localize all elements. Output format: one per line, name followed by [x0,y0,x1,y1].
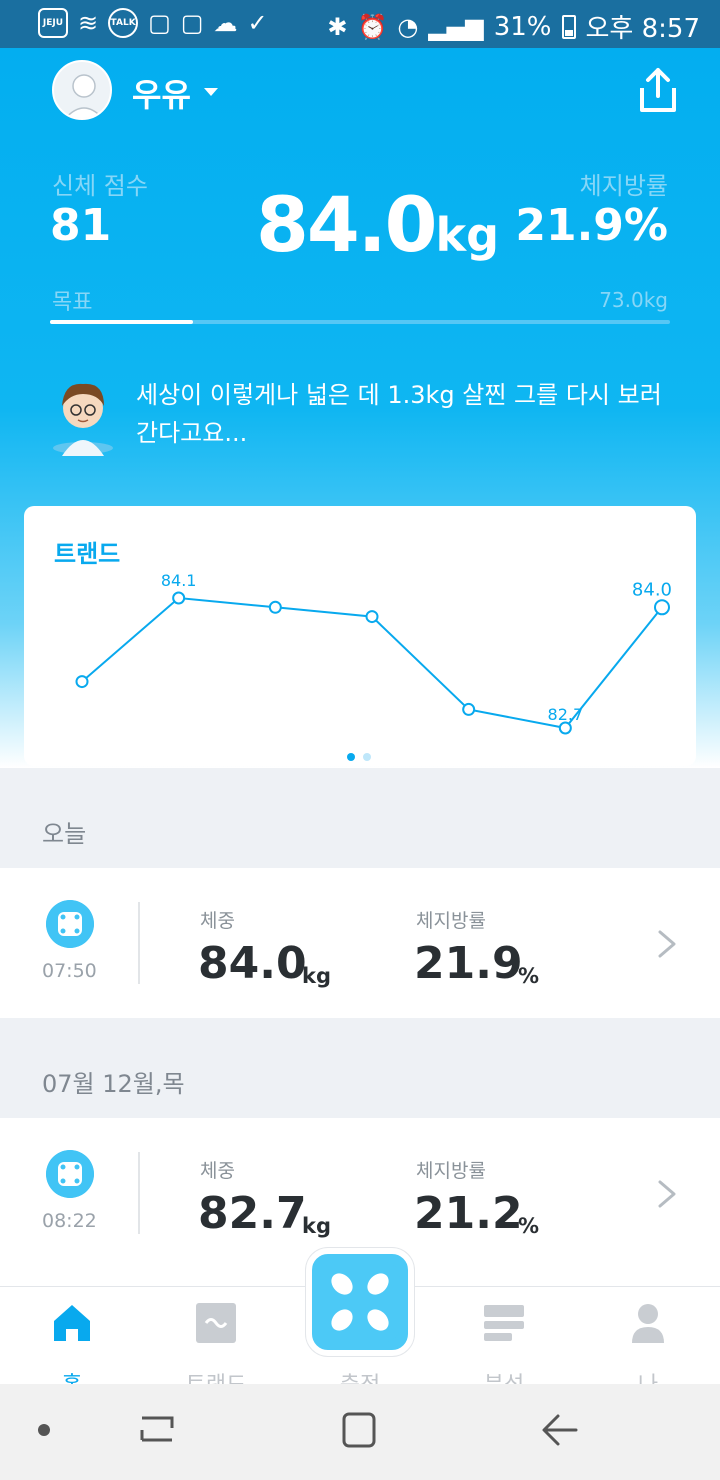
check-icon: ✓ [247,9,268,37]
battery-percent: 31% [493,11,552,42]
page-indicator [347,753,371,761]
measure-button[interactable] [306,1248,414,1356]
tab-trend[interactable]: 트랜드 [166,1301,266,1398]
divider [138,1152,140,1234]
scale-icon [320,1262,400,1342]
notification-icon: ▢ [148,9,171,37]
battery-icon [561,14,576,39]
chevron-right-icon[interactable] [656,1178,678,1210]
dot-icon[interactable] [38,1424,50,1436]
notification-icon: ▢ [180,9,204,37]
chevron-right-icon[interactable] [656,928,678,960]
body-score-label: 신체 점수 [52,172,148,200]
body-fat-value: 21.9 [414,938,523,989]
trend-point[interactable] [268,600,282,614]
body-score-value: 81 [50,200,112,251]
system-nav-bar [0,1384,720,1480]
trend-chart: 84.1 82.7 84.0 [75,571,672,735]
weather-icon: ☁ [213,9,238,37]
weight-unit: kg [302,1214,331,1238]
trend-point[interactable] [75,675,89,689]
weight-value: 84.0 [198,938,307,989]
trend-point[interactable] [462,702,476,716]
body-fat-unit: % [518,1214,540,1238]
person-icon [632,1304,664,1343]
page-dot [363,753,371,761]
signal-icon: ▂▄▆ [428,12,484,41]
trend-point[interactable] [365,610,379,624]
username[interactable]: 우유 [132,70,191,116]
page-dot-active [347,753,355,761]
data-label: 84.1 [161,571,197,590]
weight-unit: kg [435,208,500,262]
current-weight: 84.0kg [256,180,499,269]
weight-unit: kg [302,964,331,988]
weight-value: 82.7 [198,1188,307,1239]
body-fat-label: 체지방률 [416,910,486,932]
scale-icon [46,900,94,948]
trend-point[interactable] [172,591,186,605]
day-label-date: 07월 12월,목 [42,1070,185,1098]
alarm-icon: ⏰ [357,12,388,41]
notification-icons: JEJU ≋ TALK ▢ ▢ ☁ ✓ [38,8,268,38]
goal-value: 73.0kg [599,288,668,312]
body-fat-value: 21.2 [414,1188,523,1239]
body-fat-unit: % [518,964,540,988]
weight-label: 체중 [200,910,235,932]
weight-value: 84.0 [256,180,438,269]
divider [138,902,140,984]
home-icon [54,1305,90,1341]
tab-home[interactable]: 홈 [22,1301,122,1398]
body-fat-label: 체지방률 [579,172,668,200]
coach-message: 세상이 이렇게나 넓은 데 1.3kg 살찐 그를 다시 보러 간다고요... [136,381,662,447]
share-icon[interactable] [636,66,680,114]
recent-apps-icon[interactable] [140,1416,174,1442]
body-fat-label: 체지방률 [416,1160,486,1182]
wifi-calling-icon: ≋ [78,9,99,37]
trend-point[interactable] [654,599,670,616]
record-row[interactable]: 07:50 체중 84.0 kg 체지방률 21.9 % [0,868,720,1018]
body-fat-value: 21.9% [515,200,668,251]
weight-label: 체중 [200,1160,235,1182]
trend-card[interactable]: 트랜드 84.1 82.7 84.0 [24,506,696,766]
back-icon[interactable] [542,1414,578,1446]
person-silhouette-icon [64,74,104,118]
goal-label: 목표 [52,290,93,315]
status-bar: JEJU ≋ TALK ▢ ▢ ☁ ✓ ✱ ⏰ ◔ ▂▄▆ 31% 오후 8:5… [0,0,720,48]
record-time: 08:22 [42,1210,97,1232]
tab-analysis[interactable]: 분석 [454,1301,554,1398]
analysis-icon [484,1305,524,1341]
chevron-down-icon[interactable] [204,88,218,96]
system-status: ✱ ⏰ ◔ ▂▄▆ 31% 오후 8:57 [327,8,700,45]
wifi-icon: ◔ [397,12,419,41]
kakaotalk-icon-text: TALK [110,18,136,28]
goal-progress-fill [50,320,193,324]
day-label-today: 오늘 [42,820,87,848]
tab-me[interactable]: 나 [598,1301,698,1398]
avatar[interactable] [52,60,112,120]
data-label: 82.7 [548,705,584,724]
data-label: 84.0 [632,579,672,600]
jeju-air-icon: JEJU [38,8,68,38]
clock: 오후 8:57 [585,14,701,44]
scale-icon [46,1150,94,1198]
jeju-air-icon-text: JEJU [42,18,64,28]
trend-point[interactable] [558,721,572,735]
home-button-icon[interactable] [342,1412,376,1448]
bluetooth-icon: ✱ [327,12,348,41]
record-time: 07:50 [42,960,97,982]
trend-icon [196,1303,236,1343]
kakaotalk-icon: TALK [108,8,139,38]
coach-avatar-icon [53,383,113,456]
